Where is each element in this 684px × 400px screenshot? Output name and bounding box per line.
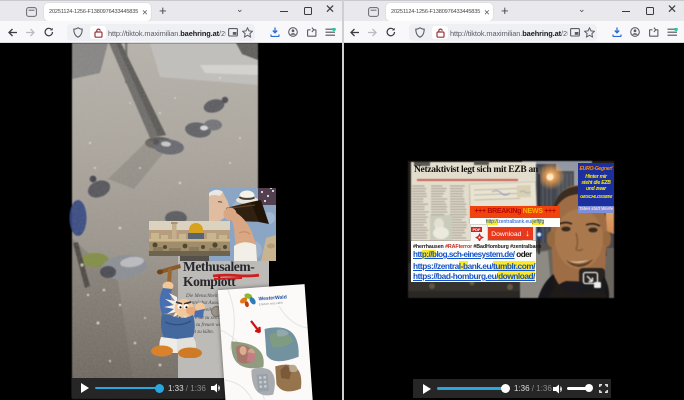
- svg-text:Erleben was zählt: Erleben was zählt: [259, 301, 283, 307]
